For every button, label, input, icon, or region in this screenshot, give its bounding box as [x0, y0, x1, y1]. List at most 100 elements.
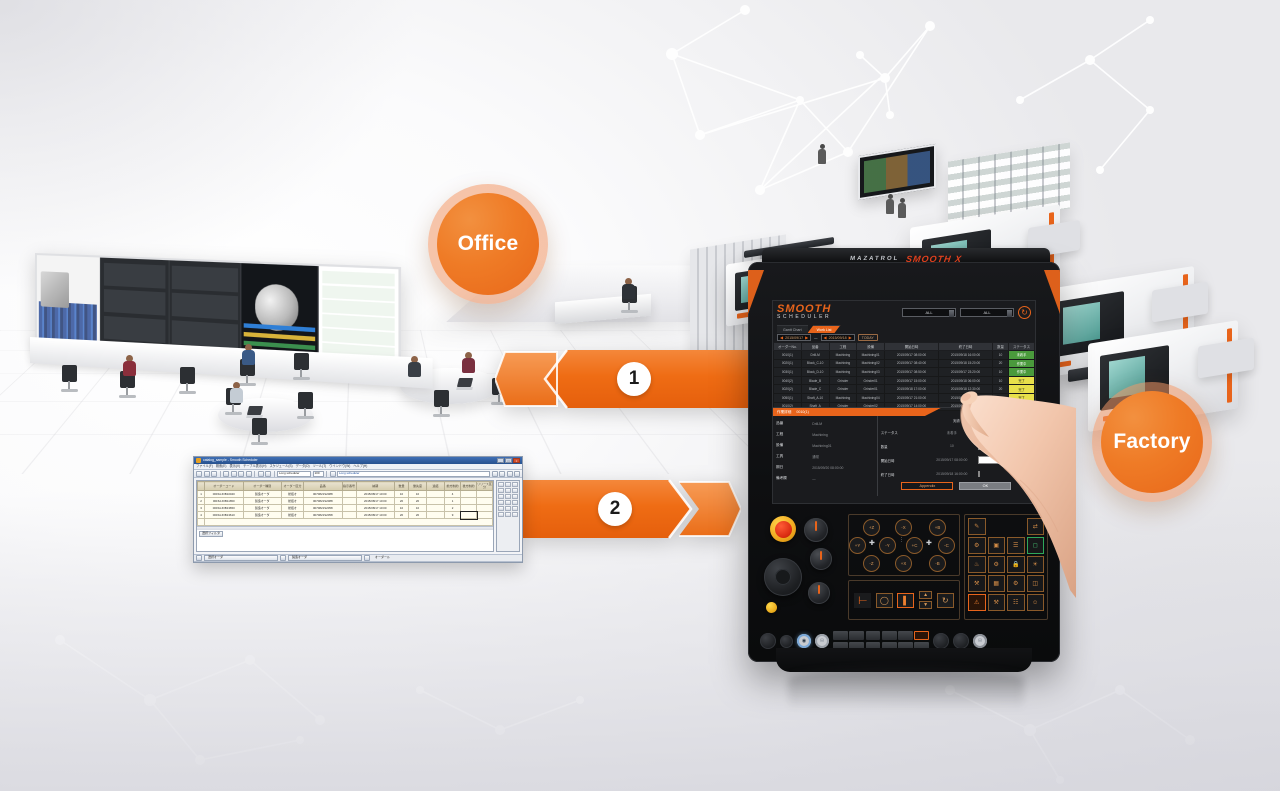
cell-item-no[interactable]: 0070821S2058 — [304, 505, 343, 512]
cycle-start-button[interactable]: ▌ — [897, 593, 914, 608]
th-link[interactable]: 連結 — [427, 482, 445, 491]
cell-link[interactable] — [427, 505, 445, 512]
cell-order-type[interactable]: 製造オーダ — [243, 505, 282, 512]
work-list-cell-0[interactable]: 0020(2) — [774, 385, 802, 394]
th-due-date[interactable]: 納期 — [356, 482, 395, 491]
work-list-cell-0[interactable]: 0040(2) — [774, 376, 802, 385]
work-list-cell-6[interactable]: 10 — [993, 393, 1009, 402]
work-detail-right-fields[interactable]: 実績 変更 ステータス 未着手 未着手 数量 10 10 開始日時 2015/0… — [878, 416, 1035, 496]
palette-button[interactable] — [505, 512, 511, 517]
fn-button-coolant-on[interactable]: ♨ — [968, 556, 986, 573]
fn-button-edit[interactable]: ✎ — [968, 518, 986, 535]
cell-post-constraint[interactable] — [461, 505, 477, 512]
jog-button-minus-b[interactable]: -B — [929, 555, 946, 572]
open-button[interactable] — [204, 471, 210, 477]
cell-priority[interactable]: 20 — [409, 498, 427, 505]
th-release-div[interactable]: リリース区分 — [477, 482, 493, 491]
date-range-bar[interactable]: ◀ 2015/09/17 ▶ — ◀ 2015/09/18 ▶ TODAY — [773, 333, 1035, 342]
work-list-cell-5[interactable]: 2015/09/18 14:00:00 — [939, 393, 993, 402]
cell-qty[interactable]: 10 — [395, 505, 409, 512]
th-priority[interactable]: 優先度 — [409, 482, 427, 491]
cell-pre-constraint[interactable]: 2 — [445, 505, 461, 512]
work-list-cell-0[interactable]: 0010(1) — [774, 351, 802, 360]
work-list-cell-0[interactable]: 0050(1) — [774, 393, 802, 402]
work-list-cell-6[interactable]: 20 — [993, 359, 1009, 368]
jog-button-minus-x[interactable]: -X — [895, 519, 912, 536]
menu-item-view[interactable]: 表示(V) — [229, 465, 240, 468]
work-list-row[interactable]: 0020(2) Blade_C Grinder Grinder01 2015/09/18… — [774, 385, 1035, 394]
th-item-no[interactable]: 品番 — [304, 482, 343, 491]
work-list-cell-6[interactable]: 10 — [993, 376, 1009, 385]
work-list-cell-2[interactable]: Machining — [829, 351, 857, 360]
copy-button[interactable] — [238, 471, 244, 477]
cell-qty[interactable]: 20 — [395, 512, 409, 519]
cell-qty[interactable]: 10 — [395, 491, 409, 498]
work-list-cell-6[interactable]: 20 — [993, 385, 1009, 394]
tab-work-list[interactable]: Work List — [808, 325, 841, 333]
factory-badge[interactable]: Factory — [1092, 382, 1212, 502]
scheduler-tool-palette[interactable] — [496, 480, 520, 552]
th-end-time[interactable]: 終了日時 — [939, 343, 993, 351]
jog-button-minus-y[interactable]: -Y — [879, 537, 896, 554]
smooth-scheduler-screen[interactable]: SMOOTH SCHEDULER ALL ALL ↻ Gantt Chart W… — [772, 300, 1036, 504]
table-row[interactable]: 4 0015AJOB13610 製造オーダ 総括オ 0070821S2058 2… — [198, 512, 493, 519]
jog-button-minus-c[interactable]: -C — [938, 537, 955, 554]
zoom-field[interactable]: 100 — [313, 471, 324, 477]
date-to-field[interactable]: ◀ 2015/09/18 ▶ — [821, 334, 855, 341]
fn-button-transfer[interactable]: ⇄ — [1027, 518, 1045, 535]
print-button[interactable] — [223, 471, 229, 477]
coolant-icon[interactable]: ⊢ — [854, 593, 871, 608]
axis-jog-cluster[interactable]: +Z -X +B +Y ✚ -Y ⋮ +C ✚ -C -Z +X -B — [848, 514, 960, 576]
work-list-cell-1[interactable]: Block_C-10 — [801, 359, 829, 368]
cell-item-no[interactable]: 0070821S2058 — [304, 512, 343, 519]
work-list-cell-6[interactable]: 10 — [993, 368, 1009, 377]
minimize-button[interactable]: _ — [497, 458, 504, 463]
tab-gantt-chart[interactable]: Gantt Chart — [777, 325, 808, 333]
next-date-icon[interactable]: ▶ — [805, 335, 808, 340]
mazatrol-smooth-x-control-unit[interactable]: MAZATROL SMOOTH X SMOOTH SCHEDULER ALL A… — [748, 248, 1060, 678]
cell-due-date[interactable]: 2015/08/17 10:00 — [356, 491, 395, 498]
cell-due-date[interactable]: 2015/08/17 10:00 — [356, 498, 395, 505]
jog-handle-wheel[interactable] — [764, 558, 802, 596]
cell-release-div[interactable] — [477, 491, 493, 498]
cell-qty[interactable]: 20 — [395, 498, 409, 505]
fn-button-lamp[interactable]: ☀ — [1027, 556, 1045, 573]
work-list-cell-5[interactable]: 2015/09/18 06:00:00 — [939, 376, 993, 385]
reset-button[interactable]: ↻ — [937, 593, 954, 608]
work-list-row[interactable]: 0040(2) Blade_B Grinder Grinder01 2015/09/17… — [774, 376, 1035, 385]
work-list-cell-3[interactable]: Grinder01 — [857, 385, 885, 394]
work-list-cell-3[interactable]: Grinder01 — [857, 376, 885, 385]
palette-button[interactable] — [512, 482, 518, 487]
cell-order-type[interactable]: 製造オーダ — [243, 512, 282, 519]
cell-release-div[interactable] — [477, 512, 493, 519]
rapid-override-dial[interactable] — [808, 582, 830, 604]
jog-button-plus-x[interactable]: +X — [895, 555, 912, 572]
zoom-in-button[interactable] — [507, 471, 513, 477]
cut-button[interactable] — [231, 471, 237, 477]
feed-up-button[interactable]: ▲ — [919, 591, 932, 599]
work-list-cell-5[interactable]: 2015/09/17 23:20:00 — [939, 368, 993, 377]
spindle-override-dial[interactable] — [804, 518, 828, 542]
machine-filter-select[interactable]: ALL — [902, 308, 956, 317]
cell-release-div[interactable] — [477, 498, 493, 505]
flow-arrow-2[interactable]: 2 — [523, 478, 741, 540]
work-list-table[interactable]: オーダーNo. 品番 工程 設備 開始日時 終了日時 数量 ステータス 0010… — [773, 342, 1035, 411]
screen-tabs[interactable]: Gantt Chart Work List — [773, 325, 1035, 333]
work-list-cell-3[interactable]: Machining04 — [857, 393, 885, 402]
palette-button[interactable] — [505, 488, 511, 493]
schedule-select-field[interactable]: Long scheduler — [337, 471, 490, 477]
aux-knob[interactable] — [780, 635, 793, 648]
th-post-constraint[interactable]: 後方制約 — [461, 482, 477, 491]
toolbar[interactable]: Long scheduler 100 Long scheduler — [194, 470, 522, 478]
cell-link[interactable] — [427, 498, 445, 505]
palette-button[interactable] — [498, 500, 504, 505]
keypad-key[interactable] — [866, 631, 881, 640]
feed-down-button[interactable]: ▼ — [919, 601, 932, 609]
flow-arrow-1[interactable]: 1 — [495, 348, 755, 410]
fn-button-magazine[interactable]: ⚙ — [1007, 575, 1025, 592]
work-list-cell-4[interactable]: 2015/09/17 15:00:00 — [885, 376, 939, 385]
cell-pre-constraint[interactable]: 9 — [445, 512, 461, 519]
palette-button[interactable] — [505, 506, 511, 511]
cell-instruction-no[interactable] — [342, 505, 356, 512]
menu-item-window[interactable]: ウインドウ(W) — [329, 465, 350, 468]
